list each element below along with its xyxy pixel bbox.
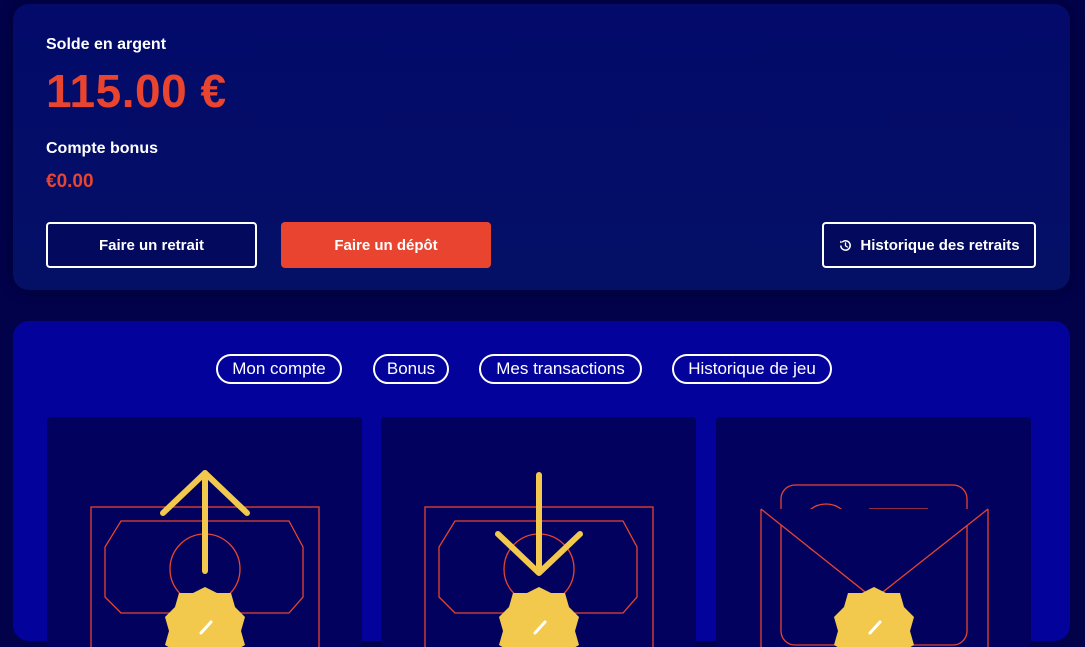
tab-label: Bonus bbox=[386, 359, 436, 378]
verification-tile[interactable] bbox=[716, 417, 1031, 647]
history-icon bbox=[838, 238, 853, 253]
bonus-balance-label: Compte bonus bbox=[46, 140, 158, 157]
tab-mes-transactions[interactable]: Mes transactions bbox=[479, 354, 642, 384]
deposit-button[interactable]: Faire un dépôt bbox=[281, 222, 491, 268]
withdraw-tile[interactable] bbox=[47, 417, 362, 647]
tab-bonus[interactable]: Bonus bbox=[373, 354, 449, 384]
balance-card: Solde en argent 115.00 € Compte bonus €0… bbox=[13, 4, 1070, 290]
account-panel: Mon compte Bonus Mes transactions Histor… bbox=[13, 321, 1070, 647]
tab-mon-compte[interactable]: Mon compte bbox=[216, 354, 342, 384]
tab-label: Mes transactions bbox=[496, 359, 625, 378]
tab-label: Mon compte bbox=[232, 359, 326, 378]
withdraw-illustration-icon bbox=[90, 470, 320, 647]
tab-label: Historique de jeu bbox=[688, 359, 816, 378]
deposit-illustration-icon bbox=[424, 472, 654, 647]
verification-envelope-icon bbox=[760, 484, 989, 647]
cash-balance-amount: 115.00 € bbox=[46, 65, 227, 117]
deposit-tile[interactable] bbox=[381, 417, 696, 647]
withdrawal-history-label: Historique des retraits bbox=[860, 236, 1020, 254]
withdrawal-history-button[interactable]: Historique des retraits bbox=[822, 222, 1036, 268]
withdraw-button[interactable]: Faire un retrait bbox=[46, 222, 257, 268]
cash-balance-label: Solde en argent bbox=[46, 36, 167, 53]
withdraw-button-label: Faire un retrait bbox=[98, 236, 205, 254]
deposit-button-label: Faire un dépôt bbox=[334, 236, 438, 254]
tab-historique-de-jeu[interactable]: Historique de jeu bbox=[672, 354, 832, 384]
bonus-balance-amount: €0.00 bbox=[46, 171, 94, 192]
